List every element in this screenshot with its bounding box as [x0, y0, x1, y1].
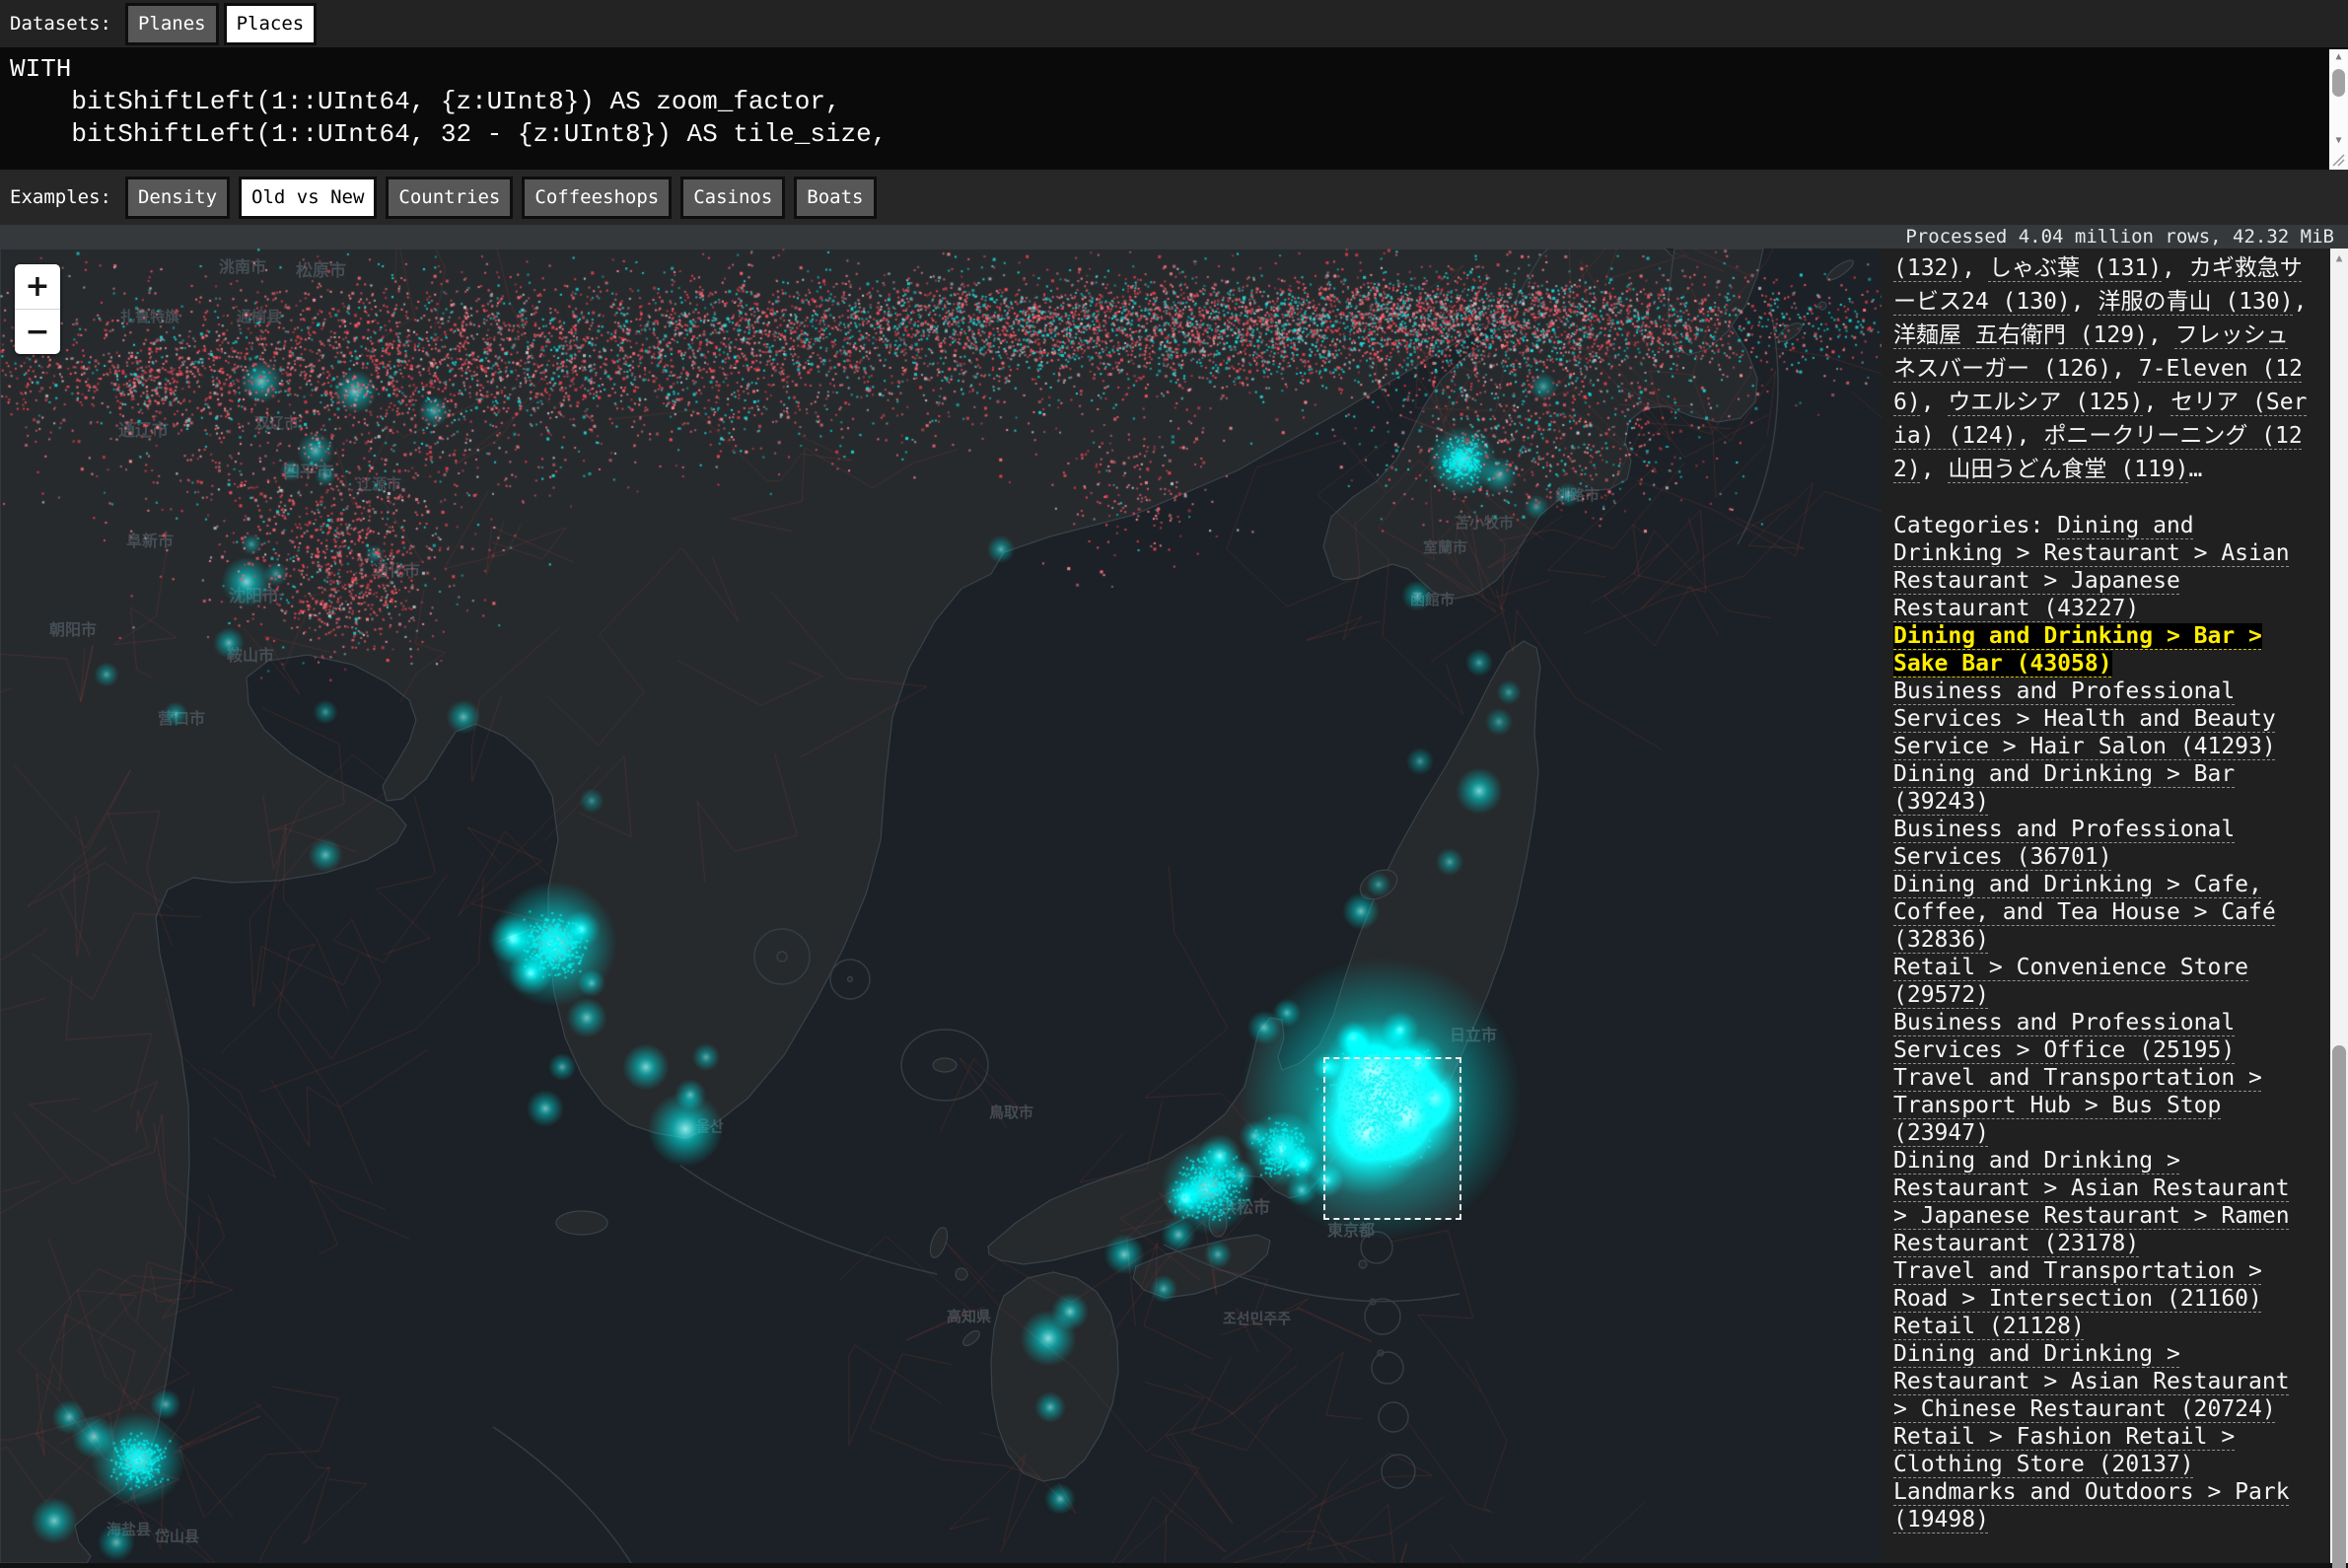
zoom-out-button[interactable]: − — [15, 310, 60, 354]
example-button-density[interactable]: Density — [125, 177, 230, 219]
selection-rectangle — [1323, 1057, 1461, 1220]
example-button-countries[interactable]: Countries — [386, 177, 513, 219]
datasets-label: Datasets: — [10, 13, 111, 35]
category-link[interactable]: Travel and Transportation > Road > Inter… — [1893, 1258, 2262, 1312]
category-link-highlighted[interactable]: Dining and Drinking > Bar > Sake Bar (43… — [1893, 623, 2262, 677]
chevron-up-icon[interactable]: ▲ — [2335, 49, 2341, 64]
brand-link[interactable]: (132) — [1893, 255, 1961, 281]
brand-link[interactable]: 洋服の青山 (130) — [2098, 289, 2293, 315]
categories-list: Categories: Dining and Drinking > Restau… — [1893, 512, 2308, 1533]
sql-input[interactable]: WITH bitShiftLeft(1::UInt64, {z:UInt8}) … — [0, 47, 2348, 164]
brand-link[interactable]: しゃぶ葉 (131) — [1989, 255, 2162, 281]
sql-editor: WITH bitShiftLeft(1::UInt64, {z:UInt8}) … — [0, 47, 2348, 170]
category-entry: Dining and Drinking > Restaurant > Asian… — [1893, 1147, 2308, 1257]
datasets-bar: Datasets: PlanesPlaces — [0, 0, 2348, 47]
examples-label: Examples: — [10, 186, 111, 208]
processed-rows-text: Processed 4.04 million rows, 42.32 MiB — [1905, 226, 2334, 248]
category-entry: Dining and Drinking > Cafe, Coffee, and … — [1893, 871, 2308, 954]
sidebar-scrollbar[interactable]: ▲ — [2330, 249, 2348, 1563]
category-link[interactable]: Retail (21128) — [1893, 1314, 2085, 1339]
category-entry: Dining and Drinking > Bar > Sake Bar (43… — [1893, 622, 2308, 677]
category-entry: Categories: Dining and Drinking > Restau… — [1893, 512, 2308, 622]
category-entry: Retail (21128) — [1893, 1313, 2308, 1340]
example-button-casinos[interactable]: Casinos — [680, 177, 785, 219]
category-entry: Dining and Drinking > Restaurant > Asian… — [1893, 1340, 2308, 1423]
example-button-boats[interactable]: Boats — [794, 177, 876, 219]
map[interactable]: 洮南市松原市扎鲁特旗通榆县通辽市双辽市四平市辽源市阜新市沈阳市通化市鞍山市营口市… — [0, 249, 1882, 1563]
category-link[interactable]: Dining and Drinking > Restaurant > Asian… — [1893, 1341, 2290, 1422]
example-button-old-vs-new[interactable]: Old vs New — [239, 177, 377, 219]
results-panel: (132), しゃぶ葉 (131), カギ救急サービス24 (130), 洋服の… — [1882, 249, 2330, 1563]
example-button-coffeeshops[interactable]: Coffeeshops — [522, 177, 672, 219]
category-link[interactable]: Travel and Transportation > Transport Hu… — [1893, 1065, 2262, 1146]
category-link[interactable]: Dining and Drinking > Restaurant > Asian… — [1893, 1148, 2290, 1256]
category-entry: Travel and Transportation > Road > Inter… — [1893, 1257, 2308, 1313]
category-entry: Landmarks and Outdoors > Park (19498) — [1893, 1478, 2308, 1533]
top-names-list: (132), しゃぶ葉 (131), カギ救急サービス24 (130), 洋服の… — [1893, 251, 2308, 486]
zoom-in-button[interactable]: + — [15, 264, 60, 310]
category-entry: Dining and Drinking > Bar (39243) — [1893, 760, 2308, 816]
category-entry: Business and Professional Services > Hea… — [1893, 677, 2308, 760]
chevron-down-icon[interactable]: ▼ — [2335, 133, 2341, 148]
brand-link[interactable]: 洋麺屋 五右衛門 (129) — [1893, 322, 2148, 348]
chevron-up-icon[interactable]: ▲ — [2330, 251, 2348, 264]
category-link[interactable]: Retail > Fashion Retail > Clothing Store… — [1893, 1424, 2235, 1477]
categories-label: Categories: — [1893, 513, 2057, 538]
datasets-buttons: PlanesPlaces — [125, 3, 321, 45]
sql-editor-scrollbar[interactable]: ▲ ▼ — [2329, 49, 2348, 148]
examples-buttons: DensityOld vs NewCountriesCoffeeshopsCas… — [125, 177, 886, 219]
category-entry: Travel and Transportation > Transport Hu… — [1893, 1064, 2308, 1147]
resize-grip-lines — [2329, 148, 2348, 170]
category-entry: Business and Professional Services (3670… — [1893, 816, 2308, 871]
main-area: 洮南市松原市扎鲁特旗通榆县通辽市双辽市四平市辽源市阜新市沈阳市通化市鞍山市营口市… — [0, 249, 2348, 1563]
points-layer[interactable] — [0, 249, 1882, 1563]
brand-link[interactable]: ウエルシア (125) — [1948, 390, 2143, 415]
dataset-button-planes[interactable]: Planes — [125, 3, 219, 45]
category-entry: Retail > Convenience Store (29572) — [1893, 954, 2308, 1009]
category-link[interactable]: Dining and Drinking > Bar (39243) — [1893, 761, 2235, 815]
category-link[interactable]: Landmarks and Outdoors > Park (19498) — [1893, 1479, 2290, 1532]
category-link[interactable]: Business and Professional Services > Hea… — [1893, 678, 2276, 759]
brand-link[interactable]: 山田うどん食堂 (119) — [1948, 457, 2188, 482]
category-link[interactable]: Business and Professional Services (3670… — [1893, 817, 2235, 870]
category-entry: Retail > Fashion Retail > Clothing Store… — [1893, 1423, 2308, 1478]
category-link[interactable]: Retail > Convenience Store (29572) — [1893, 955, 2248, 1008]
sidebar-scrollbar-thumb[interactable] — [2332, 1045, 2346, 1568]
status-bar: Processed 4.04 million rows, 42.32 MiB — [0, 225, 2348, 249]
category-link[interactable]: Business and Professional Services > Off… — [1893, 1010, 2235, 1063]
category-link[interactable]: Dining and Drinking > Cafe, Coffee, and … — [1893, 872, 2276, 953]
examples-bar: Examples: DensityOld vs NewCountriesCoff… — [0, 170, 2348, 225]
dataset-button-places[interactable]: Places — [224, 3, 318, 45]
sql-scrollbar-thumb[interactable] — [2332, 69, 2345, 97]
category-entry: Business and Professional Services > Off… — [1893, 1009, 2308, 1064]
resize-grip-icon[interactable] — [2329, 148, 2348, 170]
zoom-control: + − — [15, 264, 60, 354]
